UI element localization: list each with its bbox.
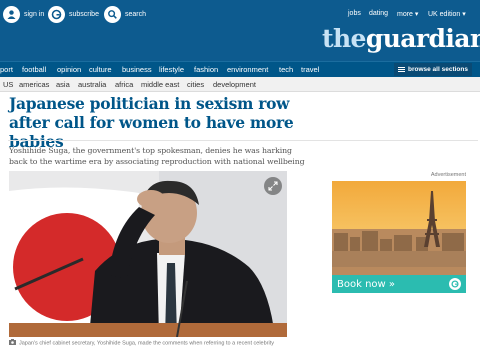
book-now-label: Book now » <box>337 278 395 290</box>
subnav-item-cities[interactable]: cities <box>187 79 204 90</box>
more-menu[interactable]: more ▾ <box>397 10 418 18</box>
section-nav: port football opinion culture business l… <box>0 61 480 77</box>
article-standfirst: Yoshihide Suga, the government's top spo… <box>9 146 305 166</box>
signin-link[interactable]: sign in <box>3 0 44 28</box>
nav-item-opinion[interactable]: opinion <box>57 64 81 76</box>
guardian-logo[interactable]: theguardian <box>322 24 480 54</box>
expand-icon[interactable] <box>264 177 282 195</box>
guardian-g-icon <box>48 5 65 23</box>
jobs-link[interactable]: jobs <box>348 10 361 17</box>
sub-nav: US americas asia australia africa middle… <box>0 77 480 92</box>
logo-part-the: the <box>322 24 366 53</box>
browse-all-sections-button[interactable]: browse all sections <box>394 63 472 76</box>
menu-icon <box>398 65 405 73</box>
caption-text: Japan's chief cabinet secretary, Yoshihi… <box>19 340 275 347</box>
advertisement-label: Advertisement <box>430 172 466 178</box>
subnav-item-africa[interactable]: africa <box>115 79 133 90</box>
subscribe-label: subscribe <box>69 10 99 18</box>
nav-item-sport[interactable]: port <box>0 64 13 76</box>
dating-link[interactable]: dating <box>369 10 388 17</box>
subnav-item-americas[interactable]: americas <box>19 79 49 90</box>
photo-caption: Japan's chief cabinet secretary, Yoshihi… <box>9 339 309 347</box>
subnav-item-asia[interactable]: asia <box>56 79 70 90</box>
masthead: sign in subscribe search jobs dating mor… <box>0 0 480 61</box>
subscribe-link[interactable]: subscribe <box>48 0 99 28</box>
nav-item-business[interactable]: business <box>122 64 152 76</box>
nav-item-culture[interactable]: culture <box>89 64 112 76</box>
user-icon <box>3 5 20 23</box>
nav-item-tech[interactable]: tech <box>279 64 293 76</box>
subnav-item-us[interactable]: US <box>3 79 13 90</box>
nav-item-fashion[interactable]: fashion <box>194 64 218 76</box>
signin-label: sign in <box>24 10 45 18</box>
divider <box>8 140 478 141</box>
article-headline: Japanese politician in sexism row after … <box>9 94 294 151</box>
search-label: search <box>125 10 147 18</box>
logo-part-guardian: guardian <box>365 24 480 53</box>
nav-item-lifestyle[interactable]: lifestyle <box>159 64 184 76</box>
subnav-item-development[interactable]: development <box>213 79 256 90</box>
search-icon <box>104 5 121 23</box>
browse-label: browse all sections <box>408 66 468 73</box>
edition-menu[interactable]: UK edition ▾ <box>428 10 466 18</box>
guardian-g-icon <box>449 278 461 290</box>
search-link[interactable]: search <box>104 0 146 28</box>
subnav-item-australia[interactable]: australia <box>78 79 106 90</box>
book-now-button[interactable]: Book now » <box>332 275 466 293</box>
nav-item-football[interactable]: football <box>22 64 46 76</box>
subnav-item-middle-east[interactable]: middle east <box>141 79 179 90</box>
camera-icon <box>9 339 16 347</box>
article-photo[interactable] <box>9 171 287 337</box>
nav-item-environment[interactable]: environment <box>227 64 268 76</box>
nav-item-travel[interactable]: travel <box>301 64 319 76</box>
